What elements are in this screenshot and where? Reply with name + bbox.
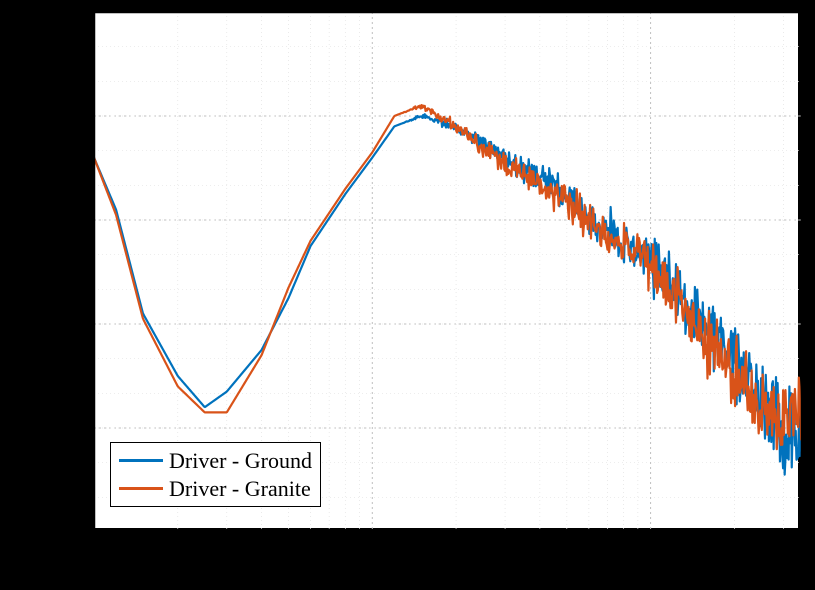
legend-swatch bbox=[119, 459, 163, 462]
chart-legend: Driver - GroundDriver - Granite bbox=[110, 442, 321, 507]
legend-entry: Driver - Granite bbox=[119, 475, 312, 503]
legend-label: Driver - Ground bbox=[169, 447, 312, 475]
chart-series-line bbox=[94, 105, 802, 449]
chart-series-line bbox=[94, 114, 802, 474]
legend-entry: Driver - Ground bbox=[119, 447, 312, 475]
legend-swatch bbox=[119, 487, 163, 490]
legend-label: Driver - Granite bbox=[169, 475, 311, 503]
